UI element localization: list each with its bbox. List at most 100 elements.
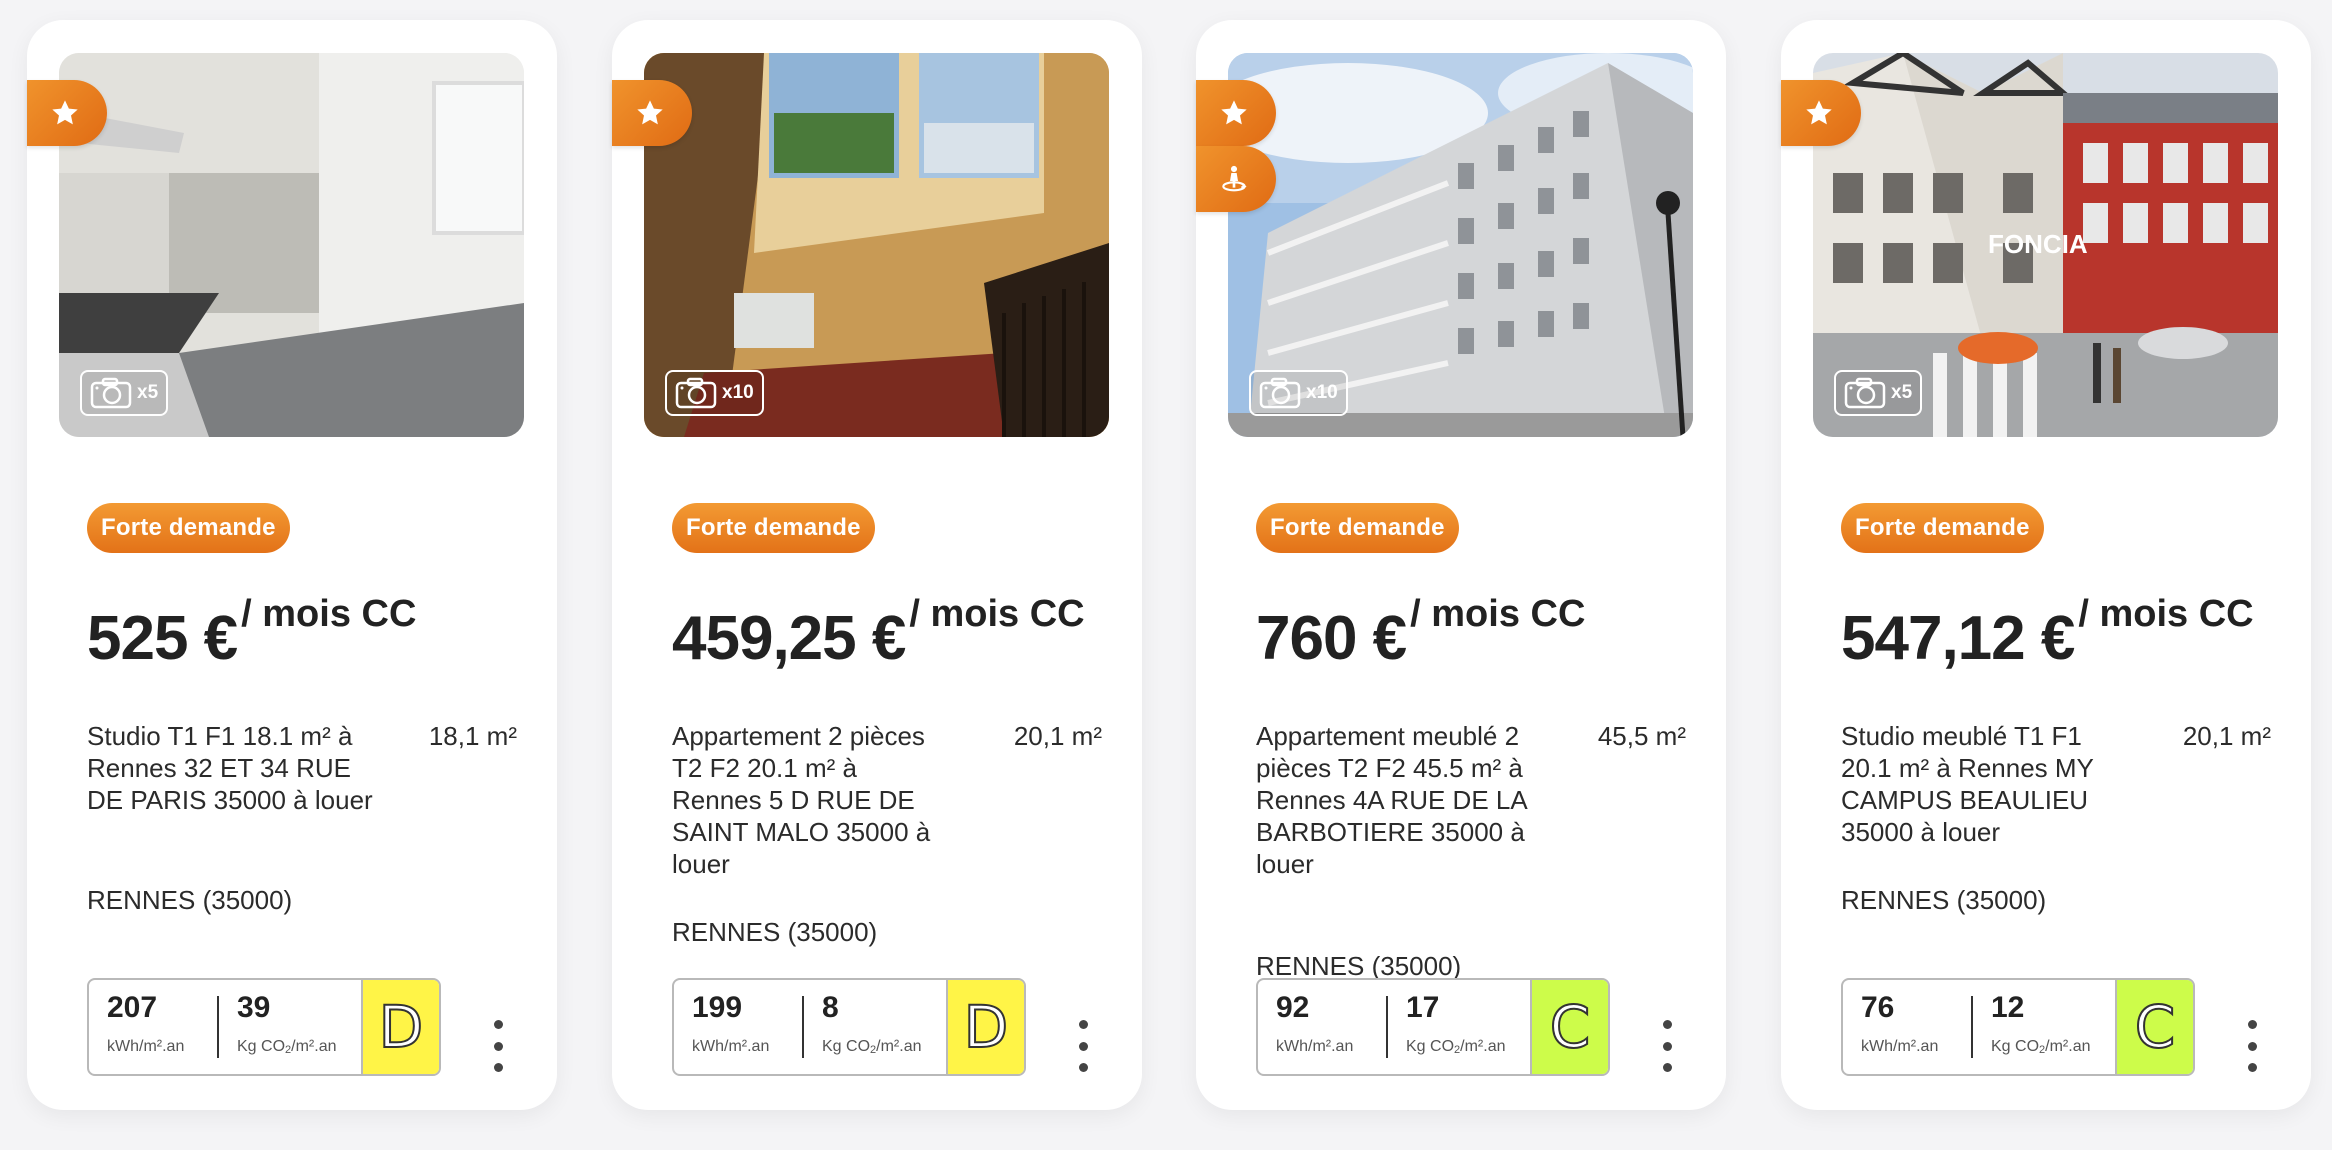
- ges-value: 17: [1406, 991, 1440, 1024]
- star-icon: [52, 100, 78, 125]
- energy-unit: kWh/m².an: [1276, 1038, 1354, 1055]
- favorite-flag: [612, 80, 692, 146]
- ges-unit: Kg CO2/m².an: [1406, 1038, 1506, 1056]
- photo-count-label: x5: [137, 382, 159, 403]
- price-unit: / mois CC: [2078, 593, 2254, 635]
- price-value: 547,12 €: [1841, 604, 2075, 673]
- virtual-visit-flag: [1196, 146, 1276, 212]
- photo-count-badge: x10: [665, 370, 764, 416]
- more-options-button[interactable]: [1661, 1020, 1673, 1072]
- energy-rating: 76 kWh/m².an 12 Kg CO2/m².an C: [1841, 978, 2195, 1076]
- demand-badge: Forte demande: [672, 503, 875, 553]
- dot: [1662, 1063, 1672, 1072]
- energy-consumption: 207 kWh/m².an: [89, 980, 217, 1074]
- price-value: 459,25 €: [672, 604, 906, 673]
- dpe-class: D: [361, 980, 439, 1074]
- listing-card[interactable]: FONCIA x5 Forte demande 547,12 € / mois …: [1781, 20, 2311, 1110]
- listing-photo[interactable]: FONCIA x5: [1813, 53, 2278, 437]
- listing-cards: x5 Forte demande 525 € / mois CC Studio …: [0, 0, 2332, 1150]
- listing-area: 20,1 m²: [2182, 721, 2271, 751]
- energy-consumption: 76 kWh/m².an: [1843, 980, 1971, 1074]
- price: 547,12 € / mois CC: [1841, 595, 2254, 670]
- favorite-flag: [27, 80, 107, 146]
- price: 525 € / mois CC: [87, 595, 416, 670]
- photo-count-label: x10: [1306, 382, 1338, 403]
- price-value: 760 €: [1256, 604, 1407, 673]
- listing-area: 20,1 m²: [1013, 721, 1102, 751]
- dot: [2247, 1063, 2257, 1072]
- energy-rating: 92 kWh/m².an 17 Kg CO2/m².an C: [1256, 978, 1610, 1076]
- favorite-flag: [1196, 80, 1276, 146]
- star-icon: [1221, 100, 1247, 125]
- demand-badge: Forte demande: [1841, 503, 2044, 553]
- listing-description[interactable]: Appartement 2 pièces T2 F2 20.1 m² à Ren…: [672, 720, 944, 880]
- price-unit: / mois CC: [909, 593, 1085, 635]
- dpe-class: C: [1530, 980, 1608, 1074]
- dot: [1078, 1063, 1088, 1072]
- listing-city: RENNES (35000): [672, 917, 878, 947]
- more-options-button[interactable]: [492, 1020, 504, 1072]
- camera-icon: [1844, 377, 1886, 409]
- dot: [493, 1020, 503, 1029]
- energy-value: 207: [107, 991, 158, 1024]
- listing-photo[interactable]: x5: [59, 53, 524, 437]
- price-value: 525 €: [87, 604, 238, 673]
- dpe-class: D: [946, 980, 1024, 1074]
- energy-value: 199: [692, 991, 743, 1024]
- more-options-button[interactable]: [1077, 1020, 1089, 1072]
- photo-count-label: x5: [1891, 382, 1913, 403]
- energy-rating: 207 kWh/m².an 39 Kg CO2/m².an D: [87, 978, 441, 1076]
- star-icon: [637, 100, 663, 125]
- listing-card[interactable]: x10 Forte demande 459,25 € / mois CC App…: [612, 20, 1142, 1110]
- listing-area: 18,1 m²: [428, 721, 517, 751]
- listing-description[interactable]: Studio T1 F1 18.1 m² à Rennes 32 ET 34 R…: [87, 720, 377, 816]
- star-icon: [1806, 100, 1832, 125]
- price: 459,25 € / mois CC: [672, 595, 1085, 670]
- dot: [2247, 1041, 2257, 1051]
- price-unit: / mois CC: [1410, 593, 1586, 635]
- listing-city: RENNES (35000): [1841, 885, 2047, 915]
- ges-value: 8: [822, 991, 839, 1024]
- price-unit: / mois CC: [241, 593, 417, 635]
- photo-count-badge: x10: [1249, 370, 1348, 416]
- energy-unit: kWh/m².an: [1861, 1038, 1939, 1055]
- listing-city: RENNES (35000): [87, 885, 293, 915]
- energy-unit: kWh/m².an: [692, 1038, 770, 1055]
- dot: [1662, 1041, 1672, 1051]
- ges-emission: 12 Kg CO2/m².an: [1971, 991, 2107, 1058]
- dot: [493, 1041, 503, 1051]
- ges-unit: Kg CO2/m².an: [1991, 1038, 2091, 1056]
- ges-value: 12: [1991, 991, 2025, 1024]
- listing-card[interactable]: x10 Forte demande 760 € / mois CC Appart…: [1196, 20, 1726, 1110]
- listing-photo[interactable]: x10: [644, 53, 1109, 437]
- ges-unit: Kg CO2/m².an: [237, 1038, 337, 1056]
- photo-count-badge: x5: [80, 370, 169, 416]
- listing-description[interactable]: Studio meublé T1 F1 20.1 m² à Rennes MY …: [1841, 720, 2131, 848]
- ges-emission: 8 Kg CO2/m².an: [802, 991, 938, 1058]
- listing-card[interactable]: x5 Forte demande 525 € / mois CC Studio …: [27, 20, 557, 1110]
- demand-badge: Forte demande: [87, 503, 290, 553]
- energy-value: 76: [1861, 991, 1895, 1024]
- dot: [1078, 1041, 1088, 1051]
- dot: [1662, 1020, 1672, 1029]
- camera-icon: [90, 377, 132, 409]
- more-options-button[interactable]: [2246, 1020, 2258, 1072]
- photo-count-label: x10: [722, 382, 754, 403]
- energy-unit: kWh/m².an: [107, 1038, 185, 1055]
- photo-count-badge: x5: [1834, 370, 1923, 416]
- dot: [1078, 1020, 1088, 1029]
- foncia-watermark: FONCIA: [1988, 229, 2088, 259]
- ges-value: 39: [237, 991, 271, 1024]
- ges-emission: 39 Kg CO2/m².an: [217, 991, 353, 1058]
- price: 760 € / mois CC: [1256, 595, 1585, 670]
- energy-consumption: 92 kWh/m².an: [1258, 980, 1386, 1074]
- listing-area: 45,5 m²: [1597, 721, 1686, 751]
- ges-emission: 17 Kg CO2/m².an: [1386, 991, 1522, 1058]
- listing-photo[interactable]: x10: [1228, 53, 1693, 437]
- energy-rating: 199 kWh/m².an 8 Kg CO2/m².an D: [672, 978, 1026, 1076]
- listing-description[interactable]: Appartement meublé 2 pièces T2 F2 45.5 m…: [1256, 720, 1536, 880]
- energy-consumption: 199 kWh/m².an: [674, 980, 802, 1074]
- demand-badge: Forte demande: [1256, 503, 1459, 553]
- camera-icon: [1259, 377, 1301, 409]
- dot: [2247, 1020, 2257, 1029]
